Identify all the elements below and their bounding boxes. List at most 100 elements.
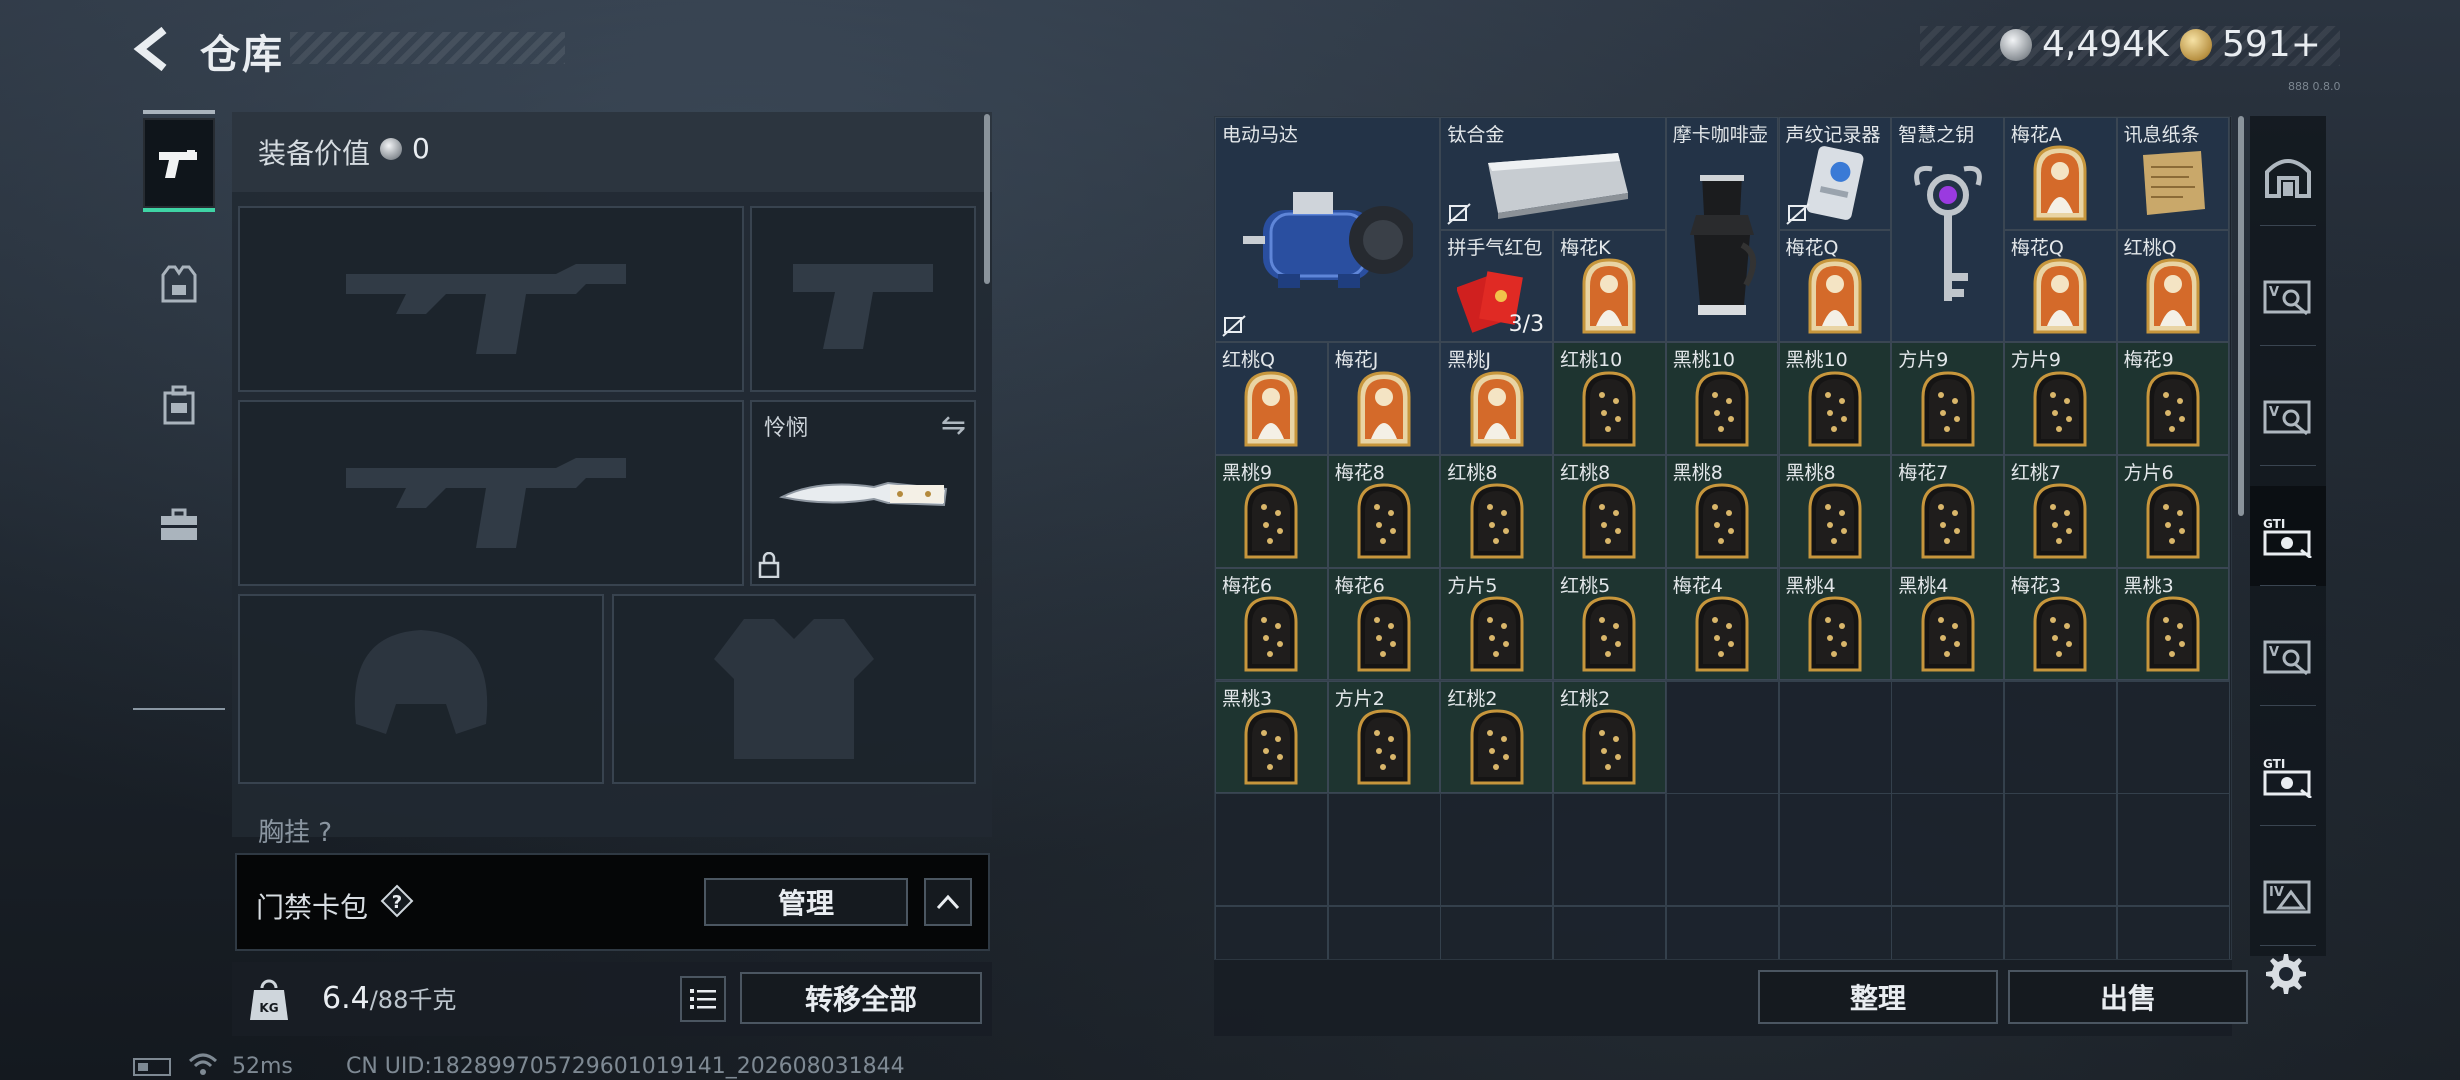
empty-grid-cell[interactable] [1778,793,1892,907]
chest-rig-help[interactable]: ? [318,818,332,848]
right-tab[interactable]: GTI [2250,726,2326,826]
storage-scrollbar[interactable] [2238,116,2244,516]
empty-grid-cell[interactable] [1327,905,1441,959]
tab-top-line [143,110,215,114]
silver-currency[interactable]: 4,494K [2000,24,2169,65]
storage-item[interactable]: 方片9 [2003,342,2117,456]
storage-item[interactable]: 红桃8 [1553,455,1666,568]
list-view-button[interactable] [680,976,726,1022]
tab-case[interactable] [143,480,215,570]
vest-silhouette-icon [614,596,974,782]
right-tab[interactable]: V [2250,606,2326,706]
back-arrow-icon[interactable] [130,24,180,74]
empty-grid-cell[interactable] [2003,680,2117,794]
right-tab[interactable]: V [2250,246,2326,346]
storage-item[interactable]: 红桃7 [2003,455,2117,568]
armor-slot[interactable] [612,594,976,784]
empty-grid-cell[interactable] [1440,793,1554,907]
storage-item[interactable]: 黑桃4 [1891,567,2004,681]
empty-grid-cell[interactable] [2003,905,2117,959]
right-tab[interactable]: V [2250,366,2326,466]
storage-item[interactable]: 黑桃8 [1665,455,1779,568]
gold-currency[interactable]: 591+ [2180,24,2321,65]
empty-grid-cell[interactable] [1553,905,1667,959]
empty-grid-cell[interactable] [1665,905,1779,959]
storage-item[interactable]: 红桃Q [1215,342,1328,456]
storage-item[interactable]: 梅花K [1553,229,1666,343]
storage-item[interactable]: 黑桃8 [1778,455,1892,568]
tab-weapons[interactable] [143,118,215,212]
right-tab[interactable]: GTI [2250,486,2326,586]
manage-button[interactable]: 管理 [704,878,908,926]
storage-item[interactable]: 讯息纸条 [2116,117,2230,230]
storage-item[interactable]: 梅花Q [1778,229,1892,343]
storage-item[interactable]: 方片9 [1891,342,2004,456]
storage-item[interactable]: 方片6 [2116,455,2230,568]
empty-grid-cell[interactable] [1891,793,2005,907]
empty-grid-cell[interactable] [1553,793,1667,907]
empty-grid-cell[interactable] [2116,793,2230,907]
empty-grid-cell[interactable] [1891,680,2005,794]
storage-item[interactable]: 红桃2 [1440,680,1554,794]
storage-item[interactable]: 梅花3 [2003,567,2117,681]
storage-item[interactable]: 黑桃9 [1215,455,1328,568]
storage-item[interactable]: 黑桃3 [1215,680,1328,794]
sell-button[interactable]: 出售 [2008,970,2248,1024]
storage-item[interactable]: 黑桃4 [1778,567,1892,681]
gear-icon[interactable] [2262,950,2310,998]
tab-backpack[interactable] [143,360,215,450]
storage-item[interactable]: 电动马达 [1215,117,1441,343]
storage-item[interactable]: 智慧之钥 [1891,117,2004,343]
storage-item[interactable]: 拼手气红包 3/3 [1440,229,1554,343]
storage-item[interactable]: 红桃5 [1553,567,1666,681]
storage-item[interactable]: 钛合金 [1440,117,1666,230]
helmet-slot[interactable] [238,594,604,784]
melee-slot[interactable]: 怜悯 ⇋ [750,400,976,586]
empty-grid-cell[interactable] [1891,905,2005,959]
empty-grid-cell[interactable] [2116,905,2230,959]
storage-item[interactable]: 黑桃3 [2116,567,2230,681]
empty-grid-cell[interactable] [1665,793,1779,907]
motor-icon [1216,138,1439,341]
empty-grid-cell[interactable] [1665,680,1779,794]
tab-armor[interactable] [143,240,215,330]
empty-grid-cell[interactable] [2003,793,2117,907]
storage-item[interactable]: 方片2 [1327,680,1441,794]
transfer-all-button[interactable]: 转移全部 [740,972,982,1024]
secondary-weapon-slot[interactable] [238,400,744,586]
right-tab[interactable]: IV [2250,846,2326,946]
storage-item[interactable]: 黑桃10 [1778,342,1892,456]
pistol-slot[interactable] [750,206,976,392]
storage-item[interactable]: 梅花9 [2116,342,2230,456]
storage-item[interactable]: 梅花6 [1215,567,1328,681]
empty-grid-cell[interactable] [1778,680,1892,794]
right-tab[interactable] [2250,126,2326,226]
empty-grid-cell[interactable] [1215,905,1328,959]
storage-item[interactable]: 红桃8 [1440,455,1554,568]
storage-item[interactable]: 红桃Q [2116,229,2230,343]
empty-grid-cell[interactable] [1327,793,1441,907]
empty-grid-cell[interactable] [1440,905,1554,959]
storage-item[interactable]: 摩卡咖啡壶 [1665,117,1779,343]
empty-grid-cell[interactable] [1215,793,1328,907]
storage-item[interactable]: 黑桃J [1440,342,1554,456]
storage-item[interactable]: 红桃10 [1553,342,1666,456]
equipment-scrollbar[interactable] [984,114,990,284]
storage-item[interactable]: 方片5 [1440,567,1554,681]
storage-item[interactable]: 声纹记录器 [1778,117,1892,230]
sort-button[interactable]: 整理 [1758,970,1998,1024]
storage-item[interactable]: 梅花8 [1327,455,1441,568]
collapse-button[interactable] [924,878,972,926]
storage-item[interactable]: 梅花7 [1891,455,2004,568]
storage-item[interactable]: 梅花4 [1665,567,1779,681]
storage-item[interactable]: 红桃2 [1553,680,1666,794]
storage-item[interactable]: 梅花Q [2003,229,2117,343]
empty-grid-cell[interactable] [1778,905,1892,959]
storage-item[interactable]: 黑桃10 [1665,342,1779,456]
empty-grid-cell[interactable] [2116,680,2230,794]
primary-weapon-slot[interactable] [238,206,744,392]
storage-item[interactable]: 梅花J [1327,342,1441,456]
help-icon[interactable]: ? [380,884,414,918]
storage-item[interactable]: 梅花A [2003,117,2117,230]
storage-item[interactable]: 梅花6 [1327,567,1441,681]
